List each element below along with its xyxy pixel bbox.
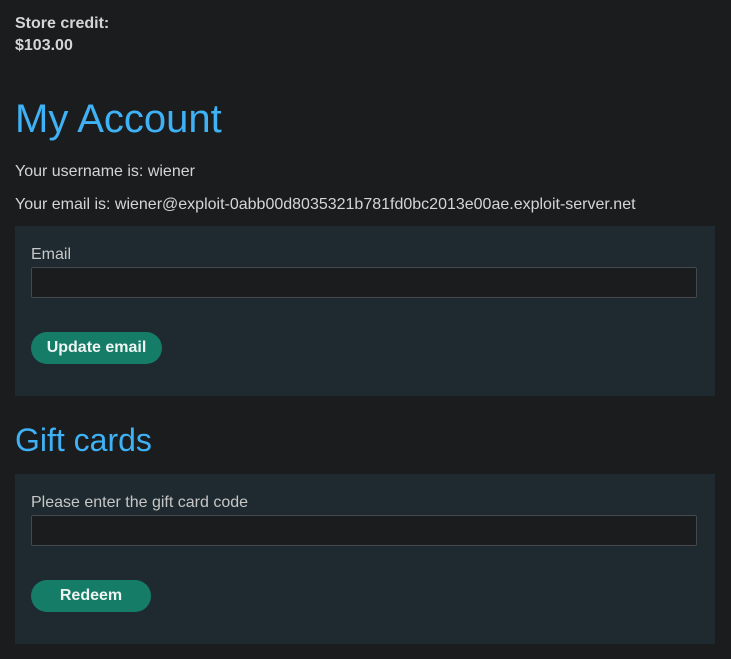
store-credit-amount: $103.00: [15, 37, 73, 54]
update-email-button[interactable]: Update email: [31, 332, 162, 364]
store-credit-label: Store credit:: [15, 15, 110, 32]
change-email-form: Email Update email: [15, 226, 715, 396]
page: Store credit: $103.00 My Account Your us…: [0, 0, 731, 659]
page-title: My Account: [15, 97, 222, 141]
store-credit: Store credit: $103.00: [15, 13, 109, 57]
gift-cards-heading: Gift cards: [15, 422, 152, 458]
gift-card-code-input[interactable]: [31, 515, 697, 546]
email-field[interactable]: [31, 267, 697, 298]
gift-card-form: Please enter the gift card code Redeem: [15, 474, 715, 644]
email-text: Your email is: wiener@exploit-0abb00d803…: [15, 196, 636, 213]
redeem-button[interactable]: Redeem: [31, 580, 151, 612]
email-field-label: Email: [31, 246, 72, 263]
gift-card-code-label: Please enter the gift card code: [31, 494, 249, 511]
username-text: Your username is: wiener: [15, 163, 195, 180]
